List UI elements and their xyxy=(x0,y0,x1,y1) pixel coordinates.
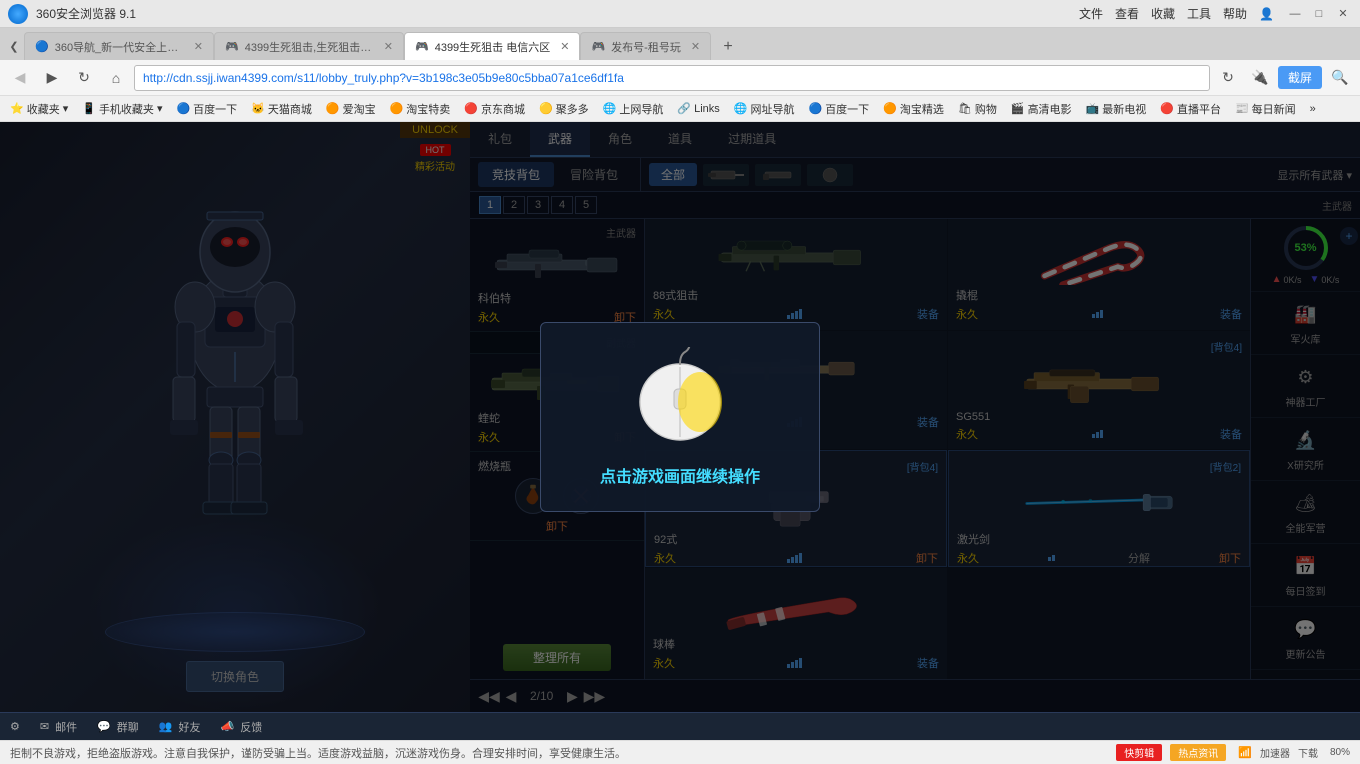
quick-clip-btn[interactable]: 快剪辑 xyxy=(1116,744,1162,761)
bookmark-tv[interactable]: 📺最新电视 xyxy=(1080,99,1153,119)
bookmark-taobao[interactable]: 🟠爱淘宝 xyxy=(320,99,382,119)
settings-button[interactable]: ⚙ xyxy=(10,720,20,733)
menu-file[interactable]: 文件 xyxy=(1079,5,1103,22)
bookmark-news[interactable]: 📰每日新闻 xyxy=(1229,99,1302,119)
prev-tabs-btn[interactable]: ❮ xyxy=(4,32,24,60)
friends-button[interactable]: 👥 好友 xyxy=(159,719,201,735)
back-button[interactable]: ◀ xyxy=(6,64,34,92)
url-text: http://cdn.ssjj.iwan4399.com/s11/lobby_t… xyxy=(143,71,624,85)
maximize-button[interactable]: □ xyxy=(1310,5,1328,23)
tab-4[interactable]: 🎮 发布号-租号玩 ✕ xyxy=(580,32,711,60)
tab-2-label: 4399生死狙击,生死狙击官网,生... xyxy=(245,39,374,55)
search-icon[interactable]: 🔍 xyxy=(1326,64,1354,92)
hot-news-btn[interactable]: 热点资讯 xyxy=(1170,744,1226,761)
bookmarks-bar: ⭐收藏夹▾ 📱手机收藏夹▾ 🔵百度一下 🐱天猫商城 🟠爱淘宝 🟠淘宝特卖 🔴京东… xyxy=(0,96,1360,122)
bookmark-favorites[interactable]: ⭐收藏夹▾ xyxy=(4,99,74,119)
popup-box: 点击游戏画面继续操作 xyxy=(540,322,820,512)
title-bar: 360安全浏览器 9.1 文件 查看 收藏 工具 帮助 👤 — □ ✕ xyxy=(0,0,1360,28)
new-tab-button[interactable]: + xyxy=(715,34,741,60)
bookmark-taobao-select[interactable]: 🟠淘宝精选 xyxy=(877,99,950,119)
menu-collect[interactable]: 收藏 xyxy=(1151,5,1175,22)
tab-3-close[interactable]: ✕ xyxy=(560,40,569,53)
tab-1-label: 360导航_新一代安全上网导航 xyxy=(55,39,184,55)
close-button[interactable]: ✕ xyxy=(1334,5,1352,23)
menu-view[interactable]: 查看 xyxy=(1115,5,1139,22)
bookmark-links[interactable]: 🔗Links xyxy=(671,100,725,117)
group-icon: 💬 xyxy=(97,720,111,733)
screenshot-button[interactable]: 截屏 xyxy=(1278,66,1322,89)
settings-icon: ⚙ xyxy=(10,720,20,733)
status-bar: 拒制不良游戏，拒绝盗版游戏。注意自我保护，谨防受骗上当。适度游戏益脑，沉迷游戏伤… xyxy=(0,740,1360,764)
download-btn[interactable]: 下载 xyxy=(1298,745,1318,760)
tabs-bar: ❮ 🔵 360导航_新一代安全上网导航 ✕ 🎮 4399生死狙击,生死狙击官网,… xyxy=(0,28,1360,60)
bookmark-nav[interactable]: 🌐上网导航 xyxy=(597,99,670,119)
popup-text: 点击游戏画面继续操作 xyxy=(600,463,760,487)
zoom-level: 80% xyxy=(1330,747,1350,758)
mail-icon: ✉ xyxy=(40,720,49,733)
game-container: UNLOCK HOT 精彩活动 切换角色 礼包 武器 角色 道具 过期道具 竞技… xyxy=(0,122,1360,712)
bookmark-jd[interactable]: 🔴京东商城 xyxy=(458,99,531,119)
wifi-icon: 📶 xyxy=(1238,746,1252,759)
address-bar[interactable]: http://cdn.ssjj.iwan4399.com/s11/lobby_t… xyxy=(134,65,1210,91)
tab-2-close[interactable]: ✕ xyxy=(384,40,393,53)
menu-help[interactable]: 帮助 xyxy=(1223,5,1247,22)
nav-bar: ◀ ▶ ↻ ⌂ http://cdn.ssjj.iwan4399.com/s11… xyxy=(0,60,1360,96)
tab-3[interactable]: 🎮 4399生死狙击 电信六区 ✕ xyxy=(404,32,580,60)
browser-logo xyxy=(8,4,28,24)
tab-2-icon: 🎮 xyxy=(225,40,239,53)
tab-3-icon: 🎮 xyxy=(415,40,429,53)
refresh-icon[interactable]: ↻ xyxy=(1214,64,1242,92)
refresh-button[interactable]: ↻ xyxy=(70,64,98,92)
bookmark-shopping[interactable]: 🛍购物 xyxy=(952,99,1003,119)
account-icon[interactable]: 👤 xyxy=(1259,7,1274,21)
feedback-button[interactable]: 📣 反馈 xyxy=(221,719,263,735)
browser-title: 360安全浏览器 9.1 xyxy=(36,5,136,22)
more-bookmarks[interactable]: » xyxy=(1304,101,1322,117)
speed-up-btn[interactable]: 加速器 xyxy=(1260,745,1290,760)
menu-tools[interactable]: 工具 xyxy=(1187,5,1211,22)
bookmark-baidu[interactable]: 🔵百度一下 xyxy=(170,99,243,119)
tab-2[interactable]: 🎮 4399生死狙击,生死狙击官网,生... ✕ xyxy=(214,32,404,60)
tab-1-close[interactable]: ✕ xyxy=(194,40,203,53)
popup-overlay[interactable]: 点击游戏画面继续操作 xyxy=(0,122,1360,712)
bookmark-mobile[interactable]: 📱手机收藏夹▾ xyxy=(76,99,168,119)
feedback-icon: 📣 xyxy=(221,720,235,733)
home-button[interactable]: ⌂ xyxy=(102,64,130,92)
tab-1-icon: 🔵 xyxy=(35,40,49,53)
bookmark-baidu2[interactable]: 🔵百度一下 xyxy=(802,99,875,119)
tab-3-label: 4399生死狙击 电信六区 xyxy=(435,39,551,55)
forward-button[interactable]: ▶ xyxy=(38,64,66,92)
mail-button[interactable]: ✉ 邮件 xyxy=(40,719,77,735)
status-text: 拒制不良游戏，拒绝盗版游戏。注意自我保护，谨防受骗上当。适度游戏益脑，沉迷游戏伤… xyxy=(10,745,626,761)
bookmark-movies[interactable]: 🎬高清电影 xyxy=(1005,99,1078,119)
friends-icon: 👥 xyxy=(159,720,173,733)
bookmark-web-nav[interactable]: 🌐网址导航 xyxy=(728,99,801,119)
mouse-icon xyxy=(615,347,745,447)
tab-4-close[interactable]: ✕ xyxy=(691,40,700,53)
extension-icon[interactable]: 🔌 xyxy=(1246,64,1274,92)
bookmark-live[interactable]: 🔴直播平台 xyxy=(1154,99,1227,119)
bookmark-pinduoduo[interactable]: 🟡聚多多 xyxy=(533,99,595,119)
tab-4-label: 发布号-租号玩 xyxy=(611,39,681,55)
group-chat-button[interactable]: 💬 群聊 xyxy=(97,719,139,735)
tab-4-icon: 🎮 xyxy=(591,40,605,53)
minimize-button[interactable]: — xyxy=(1286,5,1304,23)
tab-1[interactable]: 🔵 360导航_新一代安全上网导航 ✕ xyxy=(24,32,214,60)
bookmark-taobao2[interactable]: 🟠淘宝特卖 xyxy=(384,99,457,119)
bookmark-tmall[interactable]: 🐱天猫商城 xyxy=(245,99,318,119)
